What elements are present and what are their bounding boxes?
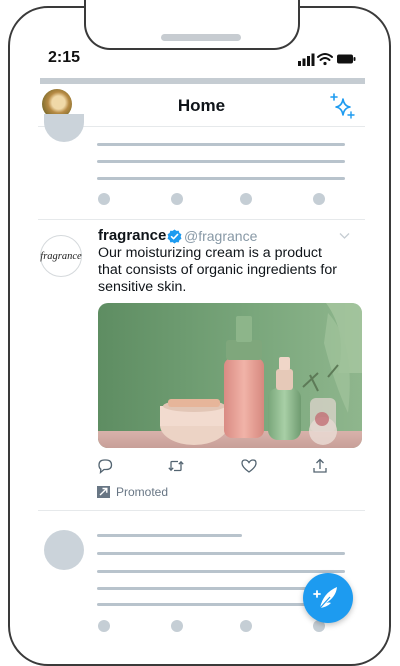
skeleton-action-dot <box>240 193 252 205</box>
promoted-label: Promoted <box>116 485 169 499</box>
tweet-handle[interactable]: @fragrance <box>184 228 257 244</box>
skeleton-action-dot <box>313 193 325 205</box>
product-image[interactable] <box>98 303 362 448</box>
phone-speaker <box>161 34 241 41</box>
tweet-divider <box>38 510 365 511</box>
phone-notch <box>84 0 300 50</box>
skeleton-action-dot <box>171 193 183 205</box>
skeleton-action-dot <box>171 620 183 632</box>
heart-icon[interactable] <box>240 457 258 475</box>
brand-logo-text: fragrance <box>40 250 82 262</box>
tweet-author-avatar[interactable]: fragrance <box>40 235 82 277</box>
reply-icon[interactable] <box>96 457 114 475</box>
verified-badge-icon <box>167 229 182 244</box>
signal-icon <box>298 53 315 66</box>
skeleton-line <box>97 143 345 146</box>
status-icons <box>298 53 356 66</box>
compose-tweet-button[interactable] <box>303 573 353 623</box>
tweet-author-name[interactable]: fragrance <box>98 227 166 244</box>
status-time: 2:15 <box>48 49 81 66</box>
battery-icon <box>337 54 356 64</box>
skeleton-action-dot <box>240 620 252 632</box>
sparkle-icon[interactable] <box>328 92 356 120</box>
tweet-divider <box>38 219 365 220</box>
promoted-icon <box>97 486 110 498</box>
skeleton-line <box>97 534 242 537</box>
skeleton-line <box>97 552 345 555</box>
tweet-text: Our moisturizing cream is a product that… <box>98 245 337 295</box>
compose-tweet-icon <box>313 587 337 609</box>
wifi-icon <box>317 53 333 66</box>
retweet-icon[interactable] <box>167 457 185 475</box>
skeleton-avatar <box>44 530 84 570</box>
skeleton-line <box>97 177 345 180</box>
share-icon[interactable] <box>311 457 329 475</box>
skeleton-action-dot <box>98 620 110 632</box>
skeleton-line <box>97 160 345 163</box>
skeleton-action-dot <box>98 193 110 205</box>
skeleton-line <box>97 603 307 606</box>
chevron-down-icon[interactable] <box>339 232 350 240</box>
page-title: Home <box>177 96 226 115</box>
app-header: Home <box>38 84 365 127</box>
